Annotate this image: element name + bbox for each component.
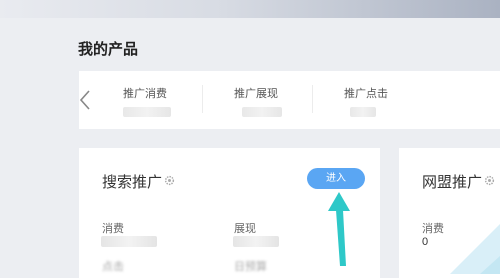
union-promotion-card: 网盟推广 消费 0 <box>399 148 500 278</box>
stat-spend: 推广消费 <box>123 85 171 117</box>
metric-label: 展现 <box>234 223 256 235</box>
metric-value-redacted <box>101 236 157 247</box>
stat-impressions: 推广展现 <box>234 85 282 117</box>
enter-button[interactable]: 进入 <box>307 168 365 189</box>
stat-spend-value-redacted <box>123 107 171 117</box>
card-title: 网盟推广 <box>422 174 483 191</box>
gear-icon[interactable] <box>164 175 175 186</box>
metric-value: 0 <box>422 236 429 248</box>
divider <box>202 85 203 113</box>
metric-label: 日预算 <box>234 261 267 273</box>
card-title: 搜索推广 <box>102 174 163 191</box>
chevron-left-icon[interactable] <box>79 89 93 111</box>
top-banner <box>0 0 500 18</box>
stat-impressions-value-redacted <box>242 107 282 117</box>
stat-clicks-value-redacted <box>350 107 376 117</box>
metric-value-redacted <box>233 236 279 247</box>
divider <box>312 85 313 113</box>
stat-spend-label: 推广消费 <box>123 88 167 100</box>
page-title: 我的产品 <box>78 41 139 58</box>
stat-clicks: 推广点击 <box>344 85 388 117</box>
summary-card: 推广消费 推广展现 推广点击 <box>79 71 500 129</box>
gear-icon[interactable] <box>484 175 495 186</box>
metric-label: 消费 <box>422 223 444 235</box>
search-promotion-card: 搜索推广 进入 消费 展现 点击 日预算 <box>79 148 380 278</box>
stat-clicks-label: 推广点击 <box>344 88 388 100</box>
metric-label: 点击 <box>102 261 124 273</box>
metric-label: 消费 <box>102 223 124 235</box>
stat-impressions-label: 推广展现 <box>234 88 278 100</box>
